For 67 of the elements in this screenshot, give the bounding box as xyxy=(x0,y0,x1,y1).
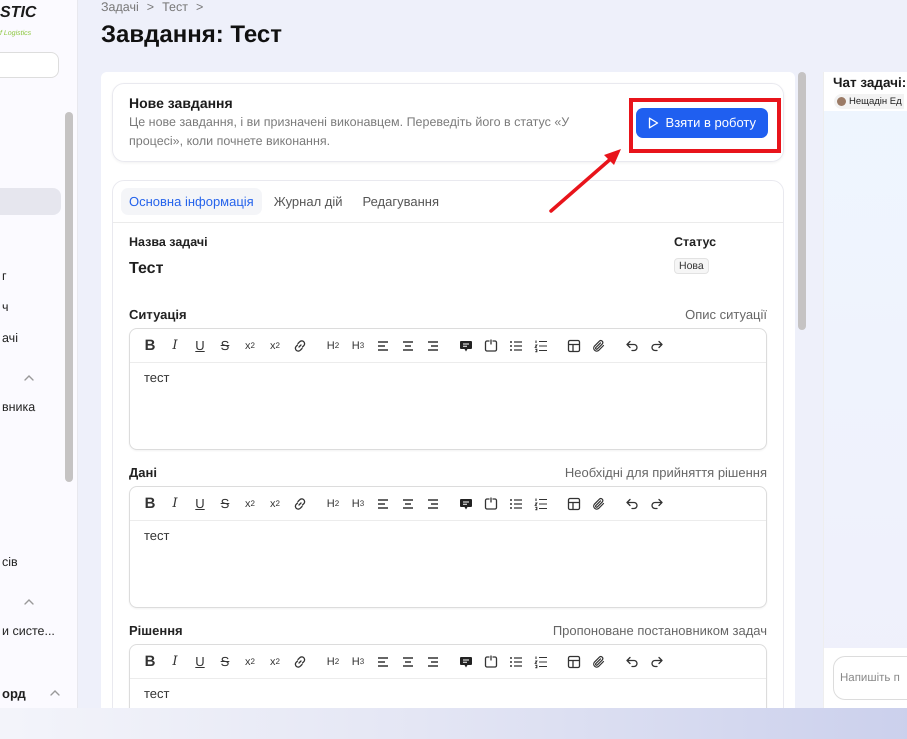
underline-button[interactable]: U xyxy=(189,492,211,514)
italic-button[interactable]: I xyxy=(164,334,186,356)
field-label: Назва задачі xyxy=(129,235,208,249)
field-hint: Опис ситуації xyxy=(685,307,767,322)
editor-text: тест xyxy=(144,370,170,385)
frame-icon[interactable] xyxy=(483,654,499,670)
field-label: Рішення xyxy=(129,623,183,638)
scrollbar-thumb[interactable] xyxy=(798,72,806,330)
field-label: Статус xyxy=(674,235,718,249)
link-icon[interactable] xyxy=(292,338,308,354)
avatar-icon xyxy=(837,97,846,106)
strikethrough-button[interactable]: S xyxy=(214,492,236,514)
numbered-list-icon[interactable] xyxy=(533,496,549,512)
sidebar-item[interactable]: г xyxy=(0,263,61,290)
search-field[interactable] xyxy=(0,52,59,78)
bold-button[interactable]: B xyxy=(139,650,161,672)
strikethrough-button[interactable]: S xyxy=(214,650,236,672)
sidebar-footer-label[interactable]: орд xyxy=(2,686,26,700)
table-icon[interactable] xyxy=(566,654,582,670)
field-hint: Необхідні для прийняття рішення xyxy=(564,465,767,480)
status-badge: Нова xyxy=(674,258,709,274)
sidebar-item[interactable]: вника xyxy=(0,394,61,421)
italic-button[interactable]: I xyxy=(164,650,186,672)
breadcrumb-separator: > xyxy=(146,0,154,15)
breadcrumb-separator: > xyxy=(196,0,204,15)
field-label: Ситуація xyxy=(129,307,187,322)
task-name: Тест xyxy=(129,260,164,278)
numbered-list-icon[interactable] xyxy=(533,338,549,354)
bold-button[interactable]: B xyxy=(139,334,161,356)
underline-button[interactable]: U xyxy=(189,334,211,356)
underline-button[interactable]: U xyxy=(189,650,211,672)
strikethrough-button[interactable]: S xyxy=(214,334,236,356)
field-hint: Пропоноване постановником задач xyxy=(552,623,767,638)
page-title: Завдання: Тест xyxy=(101,20,283,50)
table-icon[interactable] xyxy=(566,496,582,512)
tab[interactable]: Журнал дій xyxy=(266,188,351,215)
tab[interactable]: Редагування xyxy=(354,188,448,215)
italic-button[interactable]: I xyxy=(164,492,186,514)
sidebar-item[interactable]: ч xyxy=(0,294,61,321)
breadcrumb-link[interactable]: Тест xyxy=(162,0,188,15)
sidebar-item[interactable]: сів xyxy=(0,549,61,576)
breadcrumb-link[interactable]: Задачі xyxy=(101,0,139,15)
message-input[interactable]: Напишіть п xyxy=(833,656,907,700)
paperclip-icon[interactable] xyxy=(591,496,607,512)
participant-chip[interactable]: Нещадін Ед xyxy=(834,94,904,109)
notice-text: Це нове завдання, і ви призначені виконавцем. Переведіть його в статус «У процесі», коли почнете виконання. xyxy=(129,114,570,150)
logo-text: STIC xyxy=(0,4,36,22)
link-icon[interactable] xyxy=(292,654,308,670)
table-icon[interactable] xyxy=(566,338,582,354)
frame-icon[interactable] xyxy=(483,338,499,354)
take-into-work-button[interactable]: Взяти в роботу xyxy=(636,108,768,138)
scrollbar-thumb[interactable] xyxy=(65,112,73,482)
sidebar-item[interactable]: ачі xyxy=(0,325,61,352)
sidebar-item[interactable]: и систе... xyxy=(0,618,61,645)
editor-text: тест xyxy=(144,528,170,543)
link-icon[interactable] xyxy=(292,496,308,512)
tab[interactable]: Основна інформація xyxy=(121,188,262,215)
editor-text: тест xyxy=(144,686,170,701)
field-label: Дані xyxy=(129,465,157,480)
frame-icon[interactable] xyxy=(483,496,499,512)
chat-title: Чат задачі: xyxy=(833,75,907,90)
paperclip-icon[interactable] xyxy=(591,338,607,354)
numbered-list-icon[interactable] xyxy=(533,654,549,670)
play-icon xyxy=(648,116,659,128)
paperclip-icon[interactable] xyxy=(591,654,607,670)
bold-button[interactable]: B xyxy=(139,492,161,514)
notice-title: Нове завдання xyxy=(129,94,234,112)
